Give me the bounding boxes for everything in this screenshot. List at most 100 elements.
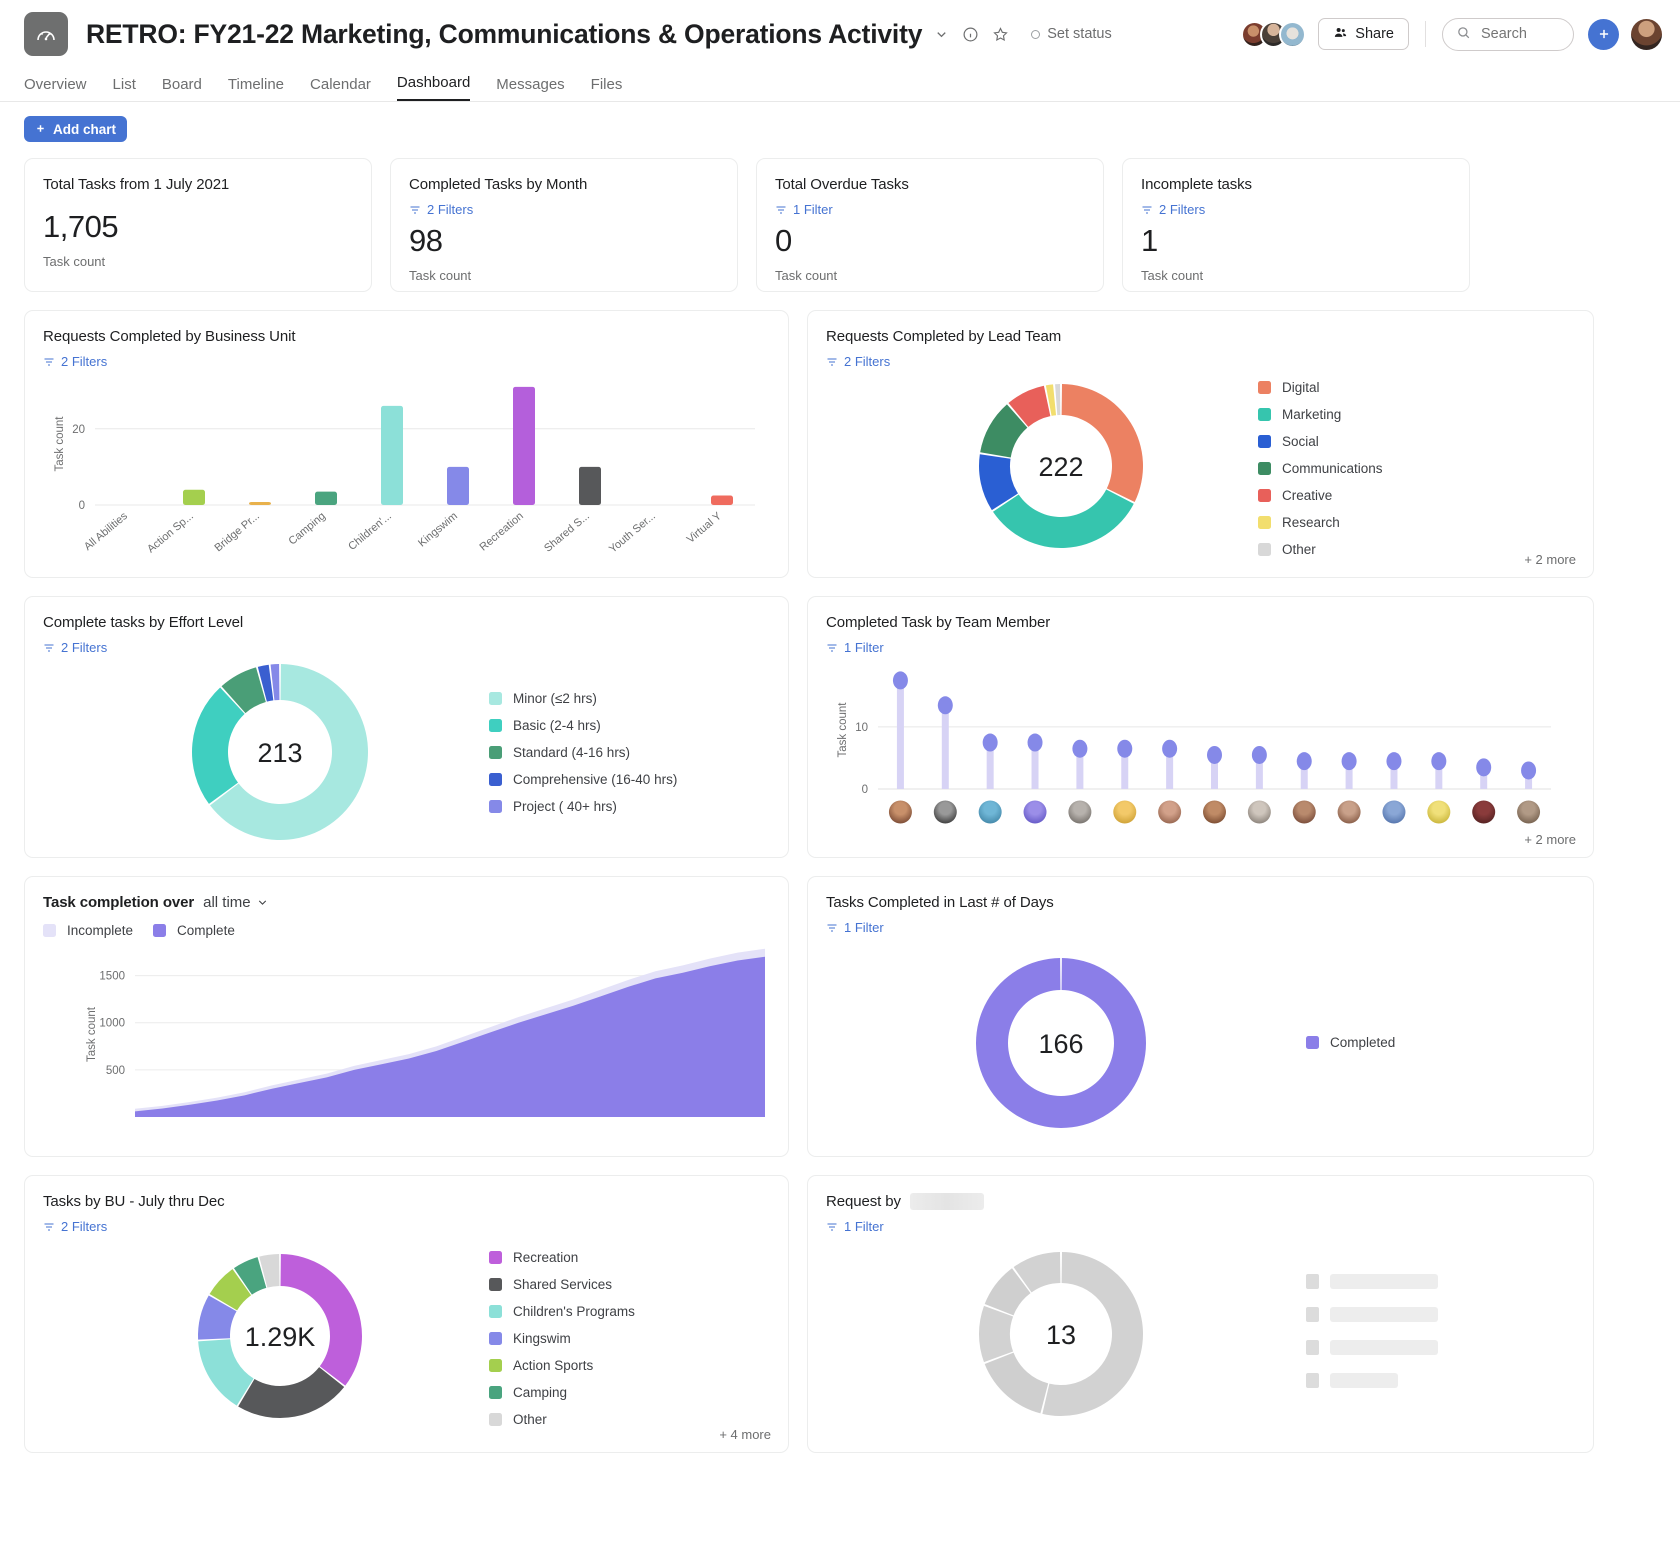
tab-messages[interactable]: Messages — [496, 76, 564, 101]
metric-card-completed-by-month[interactable]: Completed Tasks by Month 2 Filters 98 Ta… — [390, 158, 738, 292]
chart-card-effort-level[interactable]: Complete tasks by Effort Level 2 Filters… — [24, 596, 789, 858]
legend-label-redacted — [1330, 1372, 1398, 1388]
filters-link[interactable]: 2 Filters — [1141, 202, 1451, 217]
metric-card-overdue[interactable]: Total Overdue Tasks 1 Filter 0 Task coun… — [756, 158, 1104, 292]
legend-item[interactable]: Project ( 40+ hrs) — [489, 799, 677, 814]
legend-item — [1306, 1339, 1438, 1355]
set-status-button[interactable]: Set status — [1031, 26, 1112, 42]
legend-item[interactable]: Research — [1258, 515, 1383, 530]
title-dropdown-icon[interactable] — [934, 27, 949, 42]
legend-swatch — [1306, 1273, 1319, 1289]
legend-item[interactable]: Other — [1258, 542, 1383, 557]
legend-item[interactable]: Incomplete — [43, 923, 133, 938]
legend-item — [1306, 1273, 1438, 1289]
donut-last-days: 166 — [976, 958, 1146, 1128]
filters-link[interactable]: 2 Filters — [409, 202, 719, 217]
legend-item[interactable]: Camping — [489, 1385, 635, 1400]
legend-swatch — [489, 691, 502, 705]
svg-text:222: 222 — [1038, 452, 1083, 482]
create-button[interactable] — [1588, 18, 1619, 50]
legend-item[interactable]: Completed — [1306, 1035, 1395, 1050]
search-input[interactable] — [1481, 26, 1553, 42]
legend-label: Action Sports — [513, 1358, 594, 1373]
filters-link[interactable]: 2 Filters — [43, 354, 770, 369]
legend-item[interactable]: Action Sports — [489, 1358, 635, 1373]
legend-item[interactable]: Children's Programs — [489, 1304, 635, 1319]
chart-card-lead-team[interactable]: Requests Completed by Lead Team 2 Filter… — [807, 310, 1594, 578]
chart-card-business-unit[interactable]: Requests Completed by Business Unit 2 Fi… — [24, 310, 789, 578]
member-avatars[interactable] — [1241, 20, 1307, 48]
legend-label: Basic (2-4 hrs) — [513, 717, 601, 733]
metric-card-total-tasks[interactable]: Total Tasks from 1 July 2021 1,705 Task … — [24, 158, 372, 292]
more-link[interactable]: + 2 more — [1524, 552, 1576, 567]
search-box[interactable] — [1442, 17, 1574, 51]
filters-link[interactable]: 1 Filter — [775, 202, 1085, 217]
avatar[interactable] — [1279, 20, 1307, 48]
tab-calendar[interactable]: Calendar — [310, 76, 371, 101]
legend-label-redacted — [1330, 1306, 1438, 1322]
people-icon — [1333, 25, 1348, 44]
legend-label: Other — [1282, 542, 1316, 557]
legend-effort-level: Minor (≤2 hrs) Basic (2-4 hrs) Standard (4… — [489, 691, 677, 814]
legend-item[interactable]: Marketing — [1258, 407, 1383, 422]
metric-card-incomplete[interactable]: Incomplete tasks 2 Filters 1 Task count — [1122, 158, 1470, 292]
filters-link[interactable]: 2 Filters — [43, 640, 770, 655]
tab-files[interactable]: Files — [591, 76, 623, 101]
legend-item[interactable]: Comprehensive (16-40 hrs) — [489, 772, 677, 787]
filters-link[interactable]: 1 Filter — [826, 640, 1575, 655]
more-link[interactable]: + 2 more — [1524, 832, 1576, 847]
metric-unit: Task count — [775, 268, 838, 283]
legend-label: Camping — [513, 1385, 568, 1400]
chart-card-request-by[interactable]: Request by 1 Filter 13 — [807, 1175, 1594, 1453]
filters-label: 1 Filter — [844, 1219, 884, 1234]
filters-label: 2 Filters — [844, 354, 891, 369]
legend-swatch — [489, 1332, 502, 1345]
metric-unit: Task count — [1141, 268, 1204, 283]
tab-timeline[interactable]: Timeline — [228, 76, 284, 101]
charts-row-2: Complete tasks by Effort Level 2 Filters… — [24, 596, 1656, 858]
legend-swatch — [1258, 543, 1271, 556]
legend-label: Research — [1282, 515, 1340, 530]
tab-list[interactable]: List — [113, 76, 136, 101]
legend-item[interactable]: Standard (4-16 hrs) — [489, 745, 677, 760]
chart-card-last-days[interactable]: Tasks Completed in Last # of Days 1 Filt… — [807, 876, 1594, 1157]
chart-card-task-completion[interactable]: Task completion over all time Incomplete… — [24, 876, 789, 1157]
donut-bu-july-dec: 1.29K — [198, 1254, 362, 1418]
legend-item[interactable]: Creative — [1258, 488, 1383, 503]
legend-item[interactable]: Recreation — [489, 1250, 635, 1265]
tab-overview[interactable]: Overview — [24, 76, 87, 101]
legend-item[interactable]: Minor (≤2 hrs) — [489, 691, 677, 706]
legend-item[interactable]: Kingswim — [489, 1331, 635, 1346]
tab-dashboard[interactable]: Dashboard — [396, 74, 471, 101]
filters-label: 2 Filters — [427, 202, 474, 217]
filters-link[interactable]: 2 Filters — [43, 1219, 770, 1234]
legend-item[interactable]: Social — [1258, 434, 1383, 449]
project-tabs: Overview List Board Timeline Calendar Da… — [0, 68, 1680, 102]
current-user-avatar[interactable] — [1631, 18, 1662, 50]
share-button[interactable]: Share — [1318, 18, 1409, 50]
time-range-value: all time — [203, 894, 251, 911]
legend-label: Incomplete — [67, 923, 134, 938]
filters-link[interactable]: 1 Filter — [826, 1219, 1575, 1234]
legend-item[interactable]: Other — [489, 1412, 635, 1427]
add-chart-button[interactable]: Add chart — [24, 116, 128, 142]
filters-link[interactable]: 2 Filters — [826, 354, 1575, 369]
legend-item[interactable]: Digital — [1258, 380, 1383, 395]
legend-item[interactable]: Basic (2-4 hrs) — [489, 718, 677, 733]
metric-value: 98 — [409, 223, 443, 258]
filters-link[interactable]: 1 Filter — [826, 920, 1575, 935]
svg-text:10: 10 — [855, 722, 868, 734]
info-icon[interactable] — [962, 26, 979, 43]
chart-card-team-member[interactable]: Completed Task by Team Member 1 Filter 0… — [807, 596, 1594, 858]
project-icon — [24, 12, 68, 56]
legend-item[interactable]: Shared Services — [489, 1277, 635, 1292]
time-range-dropdown[interactable]: all time — [203, 894, 269, 911]
more-link[interactable]: + 4 more — [719, 1427, 771, 1442]
legend-item[interactable]: Communications — [1258, 461, 1383, 476]
star-icon[interactable] — [992, 26, 1009, 43]
tab-board[interactable]: Board — [162, 76, 202, 101]
chart-card-bu-july-dec[interactable]: Tasks by BU - July thru Dec 2 Filters 1.… — [24, 1175, 789, 1453]
legend-swatch — [489, 799, 502, 813]
card-title: Completed Tasks by Month — [409, 176, 588, 193]
legend-item[interactable]: Complete — [153, 923, 235, 938]
